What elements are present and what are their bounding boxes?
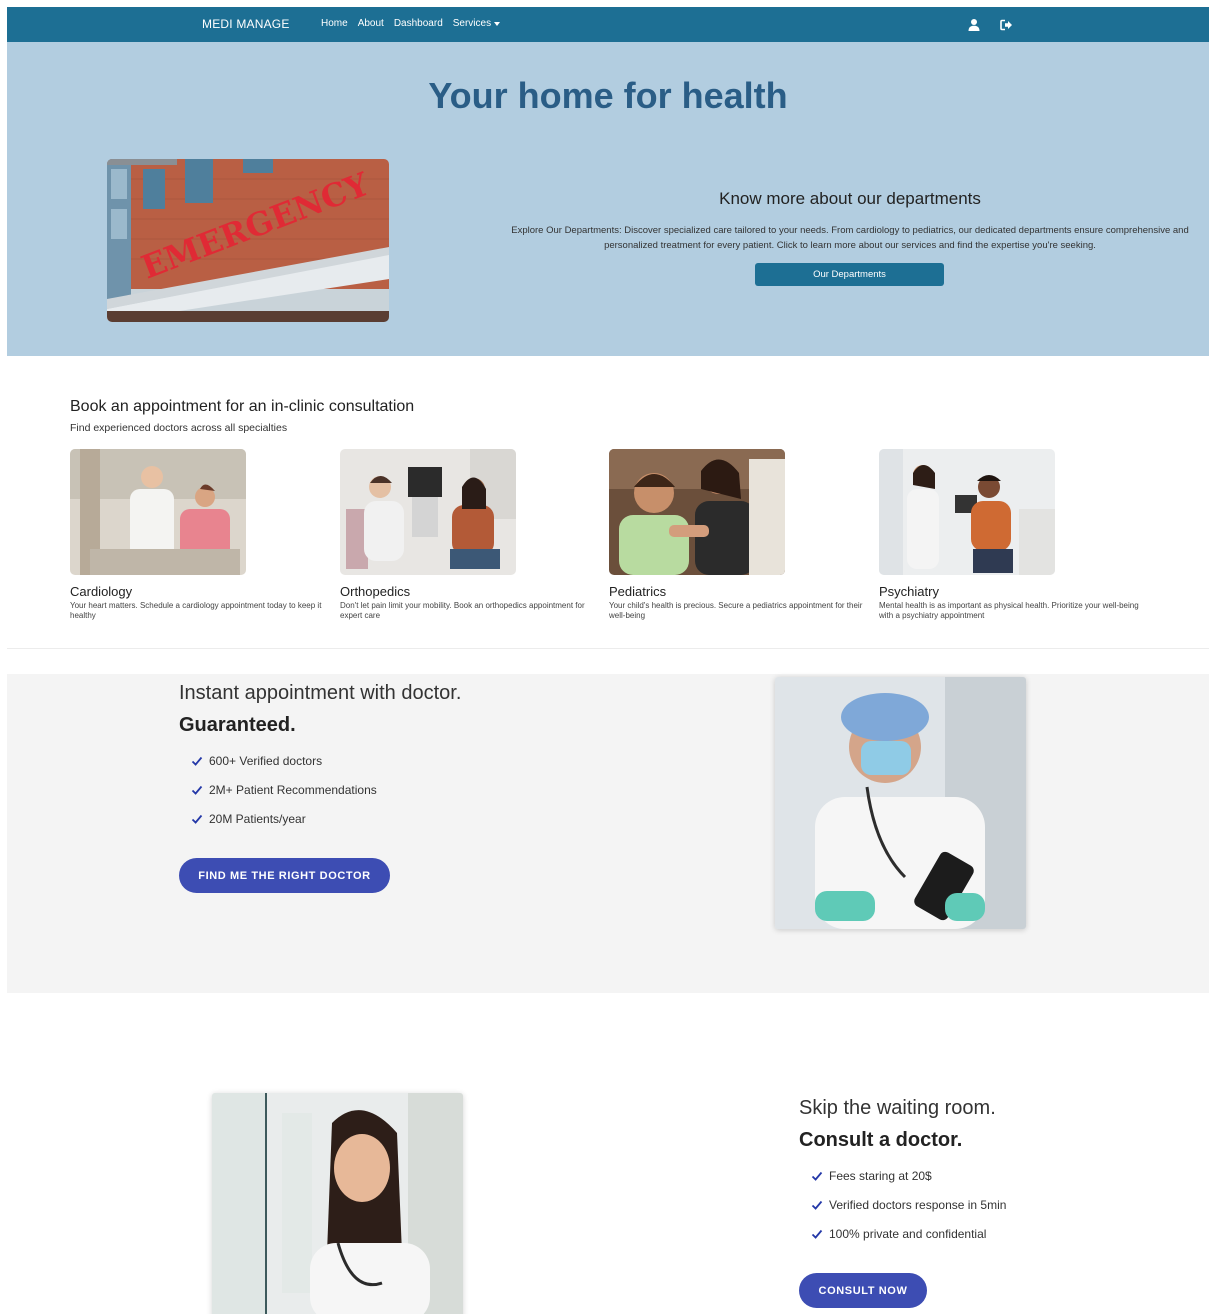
nav-icons <box>967 18 1013 32</box>
skip-heading-line1: Skip the waiting room. <box>799 1097 996 1119</box>
feature-text: Verified doctors response in 5min <box>829 1197 1007 1212</box>
skip-heading-line2: Consult a doctor. <box>799 1129 963 1151</box>
check-icon <box>191 756 203 766</box>
card-title: Cardiology <box>70 584 133 599</box>
navbar: MEDI MANAGE Home About Dashboard Service… <box>7 7 1209 42</box>
card-description: Mental health is as important as physica… <box>879 601 1139 620</box>
specialty-card-pediatrics[interactable]: Pediatrics Your child's health is precio… <box>609 449 874 621</box>
instant-feature-list: 600+ Verified doctors 2M+ Patient Recomm… <box>191 746 377 833</box>
section-divider <box>7 648 1209 649</box>
check-icon <box>811 1200 823 1210</box>
nav-link-home[interactable]: Home <box>321 18 348 29</box>
caret-down-icon <box>494 22 501 26</box>
check-icon <box>191 814 203 824</box>
hero-section: Your home for health EMERGENCY Know more… <box>7 42 1209 356</box>
specialty-card-cardiology[interactable]: Cardiology Your heart matters. Schedule … <box>70 449 335 621</box>
check-icon <box>811 1171 823 1181</box>
instant-heading-line2: Guaranteed. <box>179 714 296 736</box>
our-departments-button[interactable]: Our Departments <box>755 263 944 286</box>
services-dropdown-label: Services <box>452 18 492 29</box>
pediatrics-image <box>609 449 785 575</box>
feature-item: 600+ Verified doctors <box>191 746 377 775</box>
departments-title: Know more about our departments <box>719 189 981 208</box>
card-title: Pediatrics <box>609 584 667 599</box>
feature-item: 100% private and confidential <box>811 1219 1006 1248</box>
departments-description: Explore Our Departments: Discover specia… <box>511 225 1189 251</box>
instant-heading-line1: Instant appointment with doctor. <box>179 682 462 704</box>
feature-text: 2M+ Patient Recommendations <box>209 782 377 797</box>
specialty-card-psychiatry[interactable]: Psychiatry Mental health is as important… <box>879 449 1144 621</box>
feature-item: 2M+ Patient Recommendations <box>191 775 377 804</box>
card-title: Psychiatry <box>879 584 939 599</box>
check-icon <box>811 1229 823 1239</box>
feature-text: 20M Patients/year <box>209 811 306 826</box>
emergency-building-image: EMERGENCY <box>107 159 389 322</box>
feature-text: Fees staring at 20$ <box>829 1168 932 1183</box>
page: MEDI MANAGE Home About Dashboard Service… <box>7 7 1209 1314</box>
hero-title: Your home for health <box>428 75 788 116</box>
feature-item: 20M Patients/year <box>191 804 377 833</box>
card-description: Your heart matters. Schedule a cardiolog… <box>70 601 322 620</box>
doctor-with-phone-image <box>775 677 1026 929</box>
brand-logo[interactable]: MEDI MANAGE <box>202 17 290 31</box>
instant-appointment-section: Instant appointment with doctor. Guarant… <box>7 674 1209 993</box>
nav-link-dashboard[interactable]: Dashboard <box>394 18 443 29</box>
feature-item: Verified doctors response in 5min <box>811 1190 1006 1219</box>
nav-link-about[interactable]: About <box>358 18 384 29</box>
card-title: Orthopedics <box>340 584 411 599</box>
feature-text: 100% private and confidential <box>829 1226 987 1241</box>
appointment-subtitle: Find experienced doctors across all spec… <box>70 422 288 434</box>
cardiology-image <box>70 449 246 575</box>
card-description: Your child's health is precious. Secure … <box>609 601 863 620</box>
services-dropdown[interactable]: Services <box>452 18 501 29</box>
female-doctor-image <box>212 1093 463 1314</box>
user-icon[interactable] <box>967 18 981 32</box>
psychiatry-image <box>879 449 1055 575</box>
nav-links: Home About Dashboard Services <box>321 18 501 29</box>
sign-out-icon[interactable] <box>999 18 1013 32</box>
feature-text: 600+ Verified doctors <box>209 753 323 768</box>
consult-now-button[interactable]: CONSULT NOW <box>799 1273 927 1308</box>
find-right-doctor-button[interactable]: FIND ME THE RIGHT DOCTOR <box>179 858 390 893</box>
check-icon <box>191 785 203 795</box>
specialty-card-orthopedics[interactable]: Orthopedics Don't let pain limit your mo… <box>340 449 605 621</box>
feature-item: Fees staring at 20$ <box>811 1161 1006 1190</box>
appointment-title: Book an appointment for an in-clinic con… <box>70 398 415 415</box>
orthopedics-image <box>340 449 516 575</box>
card-description: Don't let pain limit your mobility. Book… <box>340 601 585 620</box>
skip-feature-list: Fees staring at 20$ Verified doctors res… <box>811 1161 1006 1248</box>
